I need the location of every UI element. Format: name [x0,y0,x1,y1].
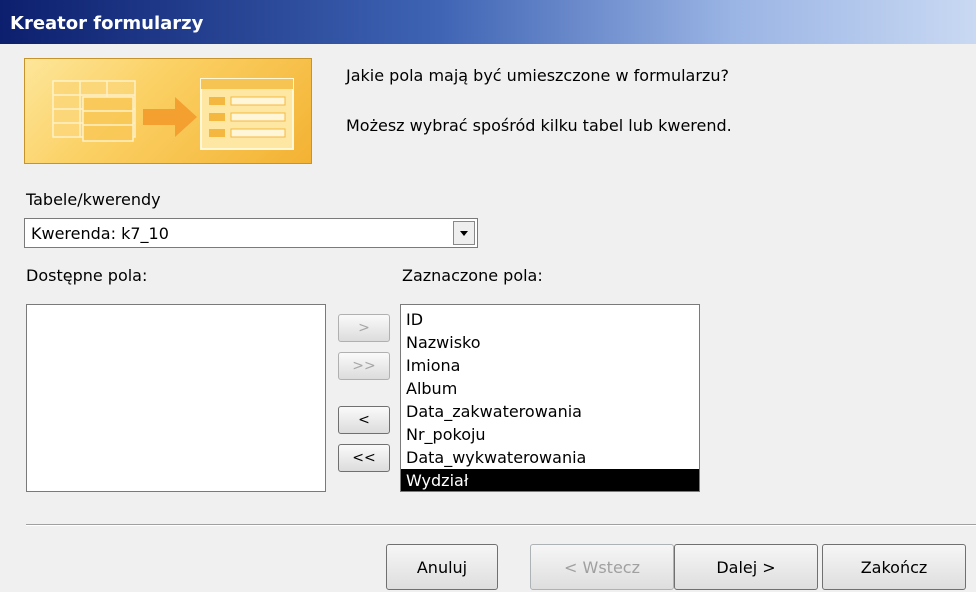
list-item[interactable]: Data_wykwaterowania [401,446,699,469]
dropdown-button[interactable] [453,221,475,245]
cancel-button[interactable]: Anuluj [386,544,498,590]
list-item[interactable]: Nazwisko [401,331,699,354]
next-button[interactable]: Dalej > [674,544,818,590]
add-all-fields-button[interactable]: >> [338,352,390,380]
list-item-selected[interactable]: Wydział [401,469,699,491]
combobox-value: Kwerenda: k7_10 [31,224,169,243]
back-button[interactable]: < Wstecz [530,544,674,590]
add-field-button[interactable]: > [338,314,390,342]
list-item[interactable]: Nr_pokoju [401,423,699,446]
available-fields-label-text: Dostępne pola [26,266,142,285]
footer-divider [26,524,976,526]
wizard-illustration [24,58,312,164]
chevron-down-icon [460,231,468,236]
form-wizard-icon [52,78,294,150]
tables-queries-combobox[interactable]: Kwerenda: k7_10 [24,218,478,248]
finish-button[interactable]: Zakończ [822,544,966,590]
available-fields-list[interactable] [26,304,326,492]
list-item[interactable]: Imiona [401,354,699,377]
selected-fields-label: Zaznaczone pola: [402,266,543,285]
title-bar: Kreator formularzy [0,0,976,44]
selected-fields-label-text: Zaznaczone pola [402,266,538,285]
tables-queries-label: Tabele/kwerendy [26,190,161,209]
window-title: Kreator formularzy [10,13,204,34]
hint-text: Możesz wybrać spośród kilku tabel lub kw… [346,116,732,135]
remove-field-button[interactable]: < [338,406,390,434]
selected-fields-list[interactable]: ID Nazwisko Imiona Album Data_zakwaterow… [400,304,700,492]
list-item[interactable]: Data_zakwaterowania [401,400,699,423]
remove-all-fields-button[interactable]: << [338,444,390,472]
list-item[interactable]: ID [401,308,699,331]
question-text: Jakie pola mają być umieszczone w formul… [346,66,729,85]
list-item[interactable]: Album [401,377,699,400]
available-fields-label: Dostępne pola: [26,266,148,285]
